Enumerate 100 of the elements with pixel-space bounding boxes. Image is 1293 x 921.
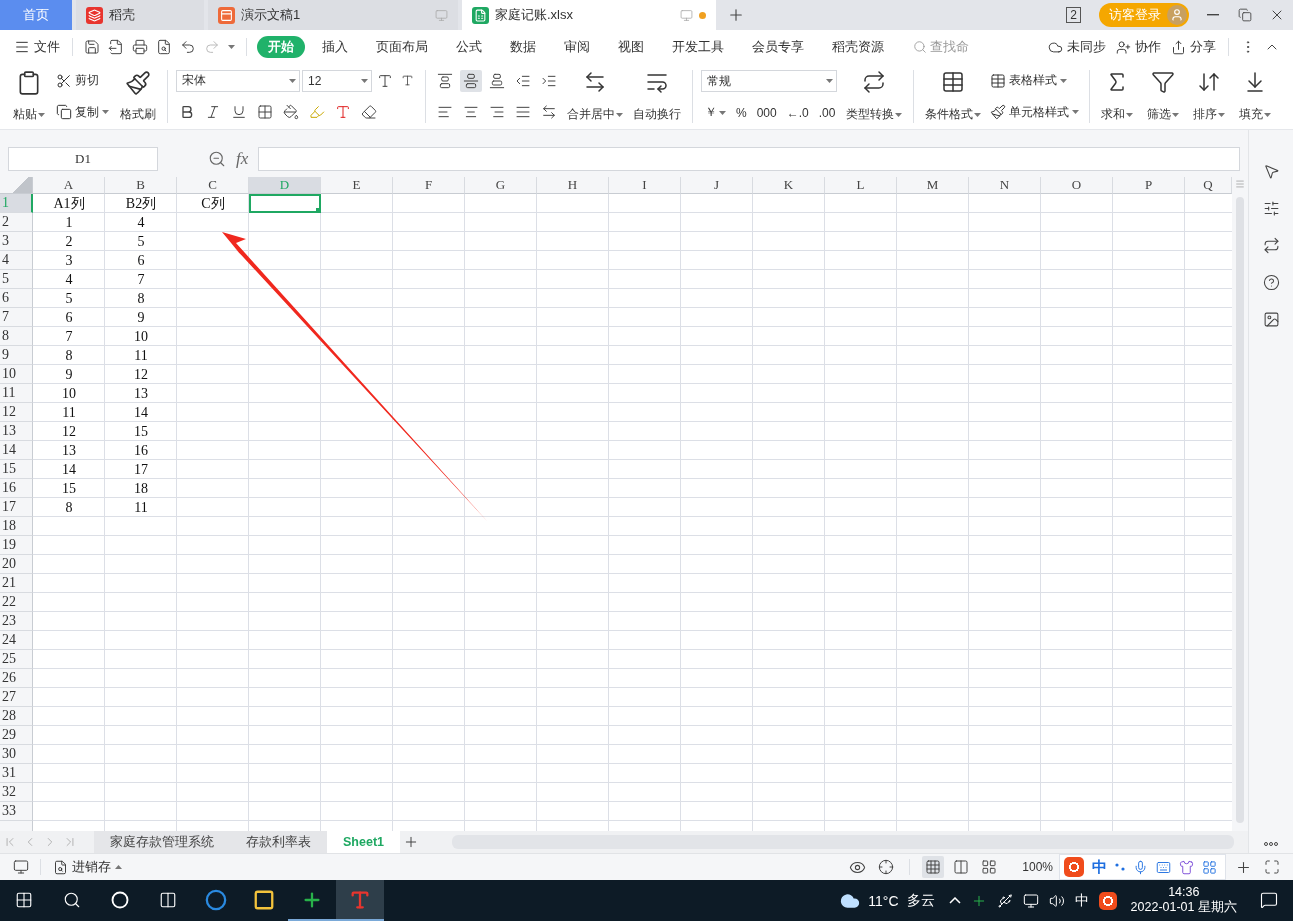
- number-format-select[interactable]: 常规: [701, 70, 837, 92]
- column-header[interactable]: E: [321, 177, 393, 194]
- copy-button[interactable]: 复制: [54, 101, 111, 123]
- cut-button[interactable]: 剪切: [54, 70, 111, 92]
- conditional-format-button[interactable]: 条件格式: [922, 66, 985, 127]
- row-header[interactable]: 23: [0, 612, 33, 631]
- row-header[interactable]: 26: [0, 669, 33, 688]
- name-box[interactable]: D1: [8, 146, 158, 171]
- number-format-button[interactable]: ←.0: [782, 103, 813, 122]
- toolbar-button[interactable]: 未同步: [1044, 36, 1110, 58]
- window-tab[interactable]: 家庭记账.xlsx: [462, 0, 716, 30]
- sort-button[interactable]: 排序: [1190, 66, 1229, 127]
- row-header[interactable]: 14: [0, 441, 33, 460]
- row-header[interactable]: 24: [0, 631, 33, 650]
- column-header[interactable]: H: [537, 177, 609, 194]
- merge-center-button[interactable]: 合并居中: [564, 66, 626, 127]
- row-header[interactable]: 7: [0, 308, 33, 327]
- row-header[interactable]: 20: [0, 555, 33, 574]
- font-size-select[interactable]: 12: [302, 69, 372, 92]
- column-header[interactable]: F: [393, 177, 465, 194]
- font-select[interactable]: 宋体: [176, 69, 300, 92]
- ribbon-tab[interactable]: 审阅: [553, 36, 601, 58]
- wrap-text-button[interactable]: 自动换行: [630, 66, 684, 127]
- ime-indicator[interactable]: 中: [1074, 891, 1089, 910]
- column-header[interactable]: B: [105, 177, 177, 194]
- format-painter-button[interactable]: 格式刷: [117, 66, 159, 127]
- fill-button[interactable]: 填充: [1236, 66, 1275, 127]
- type-convert-button[interactable]: 类型转换: [843, 66, 906, 127]
- column-header[interactable]: P: [1113, 177, 1185, 194]
- ribbon-tab[interactable]: 会员专享: [741, 36, 815, 58]
- row-header[interactable]: 31: [0, 764, 33, 783]
- row-header[interactable]: 8: [0, 327, 33, 346]
- row-header[interactable]: 18: [0, 517, 33, 536]
- row-header[interactable]: 2: [0, 213, 33, 232]
- sum-button[interactable]: 求和: [1098, 66, 1137, 127]
- file-menu[interactable]: 文件: [10, 36, 64, 58]
- column-header[interactable]: I: [609, 177, 681, 194]
- row-header[interactable]: 27: [0, 688, 33, 707]
- row-header[interactable]: 5: [0, 270, 33, 289]
- row-header[interactable]: 12: [0, 403, 33, 422]
- ribbon-tab[interactable]: 视图: [607, 36, 655, 58]
- row-header[interactable]: 3: [0, 232, 33, 251]
- column-header[interactable]: A: [33, 177, 105, 194]
- row-header[interactable]: 33: [0, 802, 33, 821]
- weather-text: 多云: [906, 891, 935, 910]
- column-header[interactable]: M: [897, 177, 969, 194]
- row-header[interactable]: 21: [0, 574, 33, 593]
- row-header[interactable]: 22: [0, 593, 33, 612]
- row-header[interactable]: 16: [0, 479, 33, 498]
- ribbon-tab[interactable]: 稻壳资源: [821, 36, 895, 58]
- row-header[interactable]: 29: [0, 726, 33, 745]
- number-format-button[interactable]: ￥: [701, 102, 730, 123]
- column-header[interactable]: Q: [1185, 177, 1232, 194]
- table-cell-text: 14: [61, 460, 77, 479]
- column-header[interactable]: O: [1041, 177, 1113, 194]
- row-header[interactable]: 15: [0, 460, 33, 479]
- table-cell-text: 12: [133, 365, 149, 384]
- number-format-button[interactable]: 000: [752, 103, 781, 122]
- sheet-tab[interactable]: 家庭存款管理系统: [94, 831, 230, 853]
- column-header[interactable]: J: [681, 177, 753, 194]
- row-header[interactable]: 6: [0, 289, 33, 308]
- number-format-button[interactable]: .00: [814, 103, 840, 122]
- row-header[interactable]: 4: [0, 251, 33, 270]
- table-cell-text: 5: [64, 289, 74, 308]
- clock[interactable]: 14:36 2022-01-01 星期六: [1122, 880, 1245, 921]
- table-cell-text: 15: [61, 479, 77, 498]
- toolbar-button[interactable]: 分享: [1167, 36, 1220, 58]
- row-header[interactable]: 32: [0, 783, 33, 802]
- ribbon-tab[interactable]: 公式: [445, 36, 493, 58]
- inventory-button[interactable]: 进销存: [49, 856, 126, 878]
- row-header[interactable]: 11: [0, 384, 33, 403]
- number-format-button[interactable]: %: [732, 103, 751, 122]
- paste-button[interactable]: 粘贴: [10, 66, 48, 127]
- column-header[interactable]: G: [465, 177, 537, 194]
- row-header[interactable]: 10: [0, 365, 33, 384]
- ribbon-tab[interactable]: 开发工具: [661, 36, 735, 58]
- window-tab[interactable]: 稻壳: [76, 0, 204, 30]
- column-header[interactable]: K: [753, 177, 825, 194]
- row-header[interactable]: 30: [0, 745, 33, 764]
- row-header[interactable]: 25: [0, 650, 33, 669]
- row-header[interactable]: 28: [0, 707, 33, 726]
- sheet-tab[interactable]: 存款利率表: [230, 831, 327, 853]
- row-header[interactable]: 19: [0, 536, 33, 555]
- table-cell-text: 9: [64, 365, 74, 384]
- cell-style-button[interactable]: 单元格样式: [988, 101, 1082, 123]
- zoom-level: 100%: [1022, 860, 1053, 874]
- row-header[interactable]: 13: [0, 422, 33, 441]
- ribbon-tab[interactable]: 数据: [499, 36, 547, 58]
- window-tab[interactable]: 演示文稿1: [208, 0, 458, 30]
- ribbon-tab[interactable]: 插入: [311, 36, 359, 58]
- ribbon-tab[interactable]: 页面布局: [365, 36, 439, 58]
- row-header[interactable]: 9: [0, 346, 33, 365]
- filter-button[interactable]: 筛选: [1144, 66, 1183, 127]
- toolbar-button[interactable]: 协作: [1112, 36, 1165, 58]
- column-header[interactable]: L: [825, 177, 897, 194]
- column-header[interactable]: C: [177, 177, 249, 194]
- weather-widget[interactable]: 11°C 多云: [840, 880, 949, 921]
- table-style-button[interactable]: 表格样式: [988, 70, 1082, 92]
- row-header[interactable]: 17: [0, 498, 33, 517]
- column-header[interactable]: N: [969, 177, 1041, 194]
